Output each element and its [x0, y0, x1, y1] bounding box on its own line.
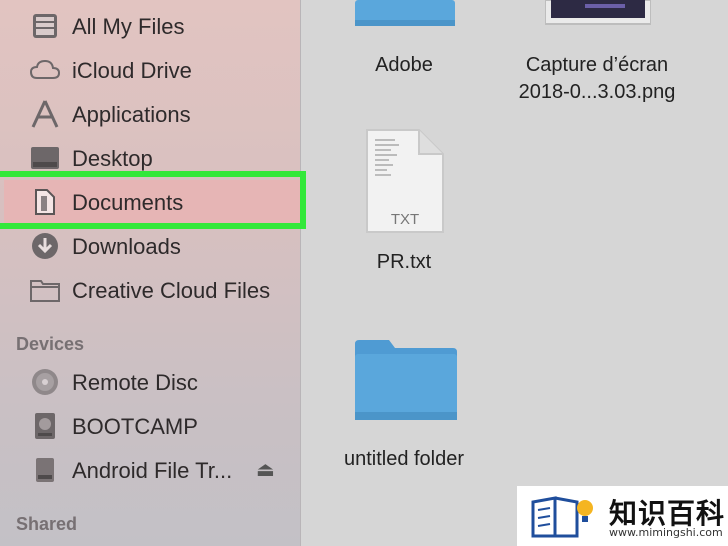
sidebar-item-label: iCloud Drive — [72, 58, 192, 83]
sidebar: All My Files iCloud Drive Applications D… — [0, 0, 306, 546]
sidebar-item-all-my-files[interactable]: All My Files — [0, 4, 300, 48]
applications-icon — [28, 100, 62, 128]
file-extension-label: TXT — [390, 211, 420, 228]
folder-icon — [28, 276, 62, 304]
sidebar-item-label: Creative Cloud Files — [72, 278, 271, 303]
sidebar-item-applications[interactable]: Applications — [0, 92, 300, 136]
sidebar-item-label: All My Files — [72, 14, 185, 39]
sidebar-item-creative-cloud-files[interactable]: Creative Cloud Files — [0, 268, 300, 312]
drive-icon — [28, 456, 62, 484]
download-icon — [28, 232, 62, 260]
cloud-icon — [28, 56, 62, 84]
sidebar-item-label: Remote Disc — [72, 370, 198, 395]
eject-icon[interactable]: ⏏ — [256, 457, 275, 482]
file-browser-content: Adobe Capture d’écran 2018-0...3.03.png — [301, 0, 728, 546]
sidebar-item-label: Desktop — [72, 146, 153, 171]
folder-icon — [355, 340, 457, 420]
sidebar-item-label: BOOTCAMP — [72, 414, 198, 439]
image-thumbnail-icon — [545, 0, 651, 25]
watermark: 知识百科 www.mimingshi.com — [517, 486, 728, 546]
sidebar-item-android-file-transfer[interactable]: Android File Tr... ⏏ — [0, 448, 300, 492]
sidebar-item-label: Applications — [72, 102, 191, 127]
sidebar-item-remote-disc[interactable]: Remote Disc — [0, 360, 300, 404]
file-name: PR.txt — [376, 251, 432, 273]
file-name: Adobe — [375, 54, 433, 76]
hard-drive-icon — [28, 412, 62, 440]
highlight-box — [0, 171, 306, 229]
sidebar-item-label: Android File Tr... — [72, 458, 233, 483]
file-name-line2: 2018-0...3.03.png — [518, 81, 676, 103]
shared-section-header: Shared — [16, 514, 78, 534]
sidebar-item-downloads[interactable]: Downloads — [0, 224, 300, 268]
sidebar-item-icloud-drive[interactable]: iCloud Drive — [0, 48, 300, 92]
all-files-icon — [28, 12, 62, 40]
book-lightbulb-logo-icon — [531, 496, 593, 538]
watermark-url: www.mimingshi.com — [609, 526, 723, 539]
desktop-icon — [28, 144, 62, 172]
disc-icon — [28, 368, 62, 396]
file-name: untitled folder — [343, 448, 465, 470]
sidebar-item-bootcamp[interactable]: BOOTCAMP — [0, 404, 300, 448]
sidebar-item-label: Downloads — [72, 234, 181, 259]
devices-section-header: Devices — [16, 334, 85, 354]
file-name-line1: Capture d’écran — [525, 54, 669, 76]
folder-icon — [355, 0, 455, 26]
